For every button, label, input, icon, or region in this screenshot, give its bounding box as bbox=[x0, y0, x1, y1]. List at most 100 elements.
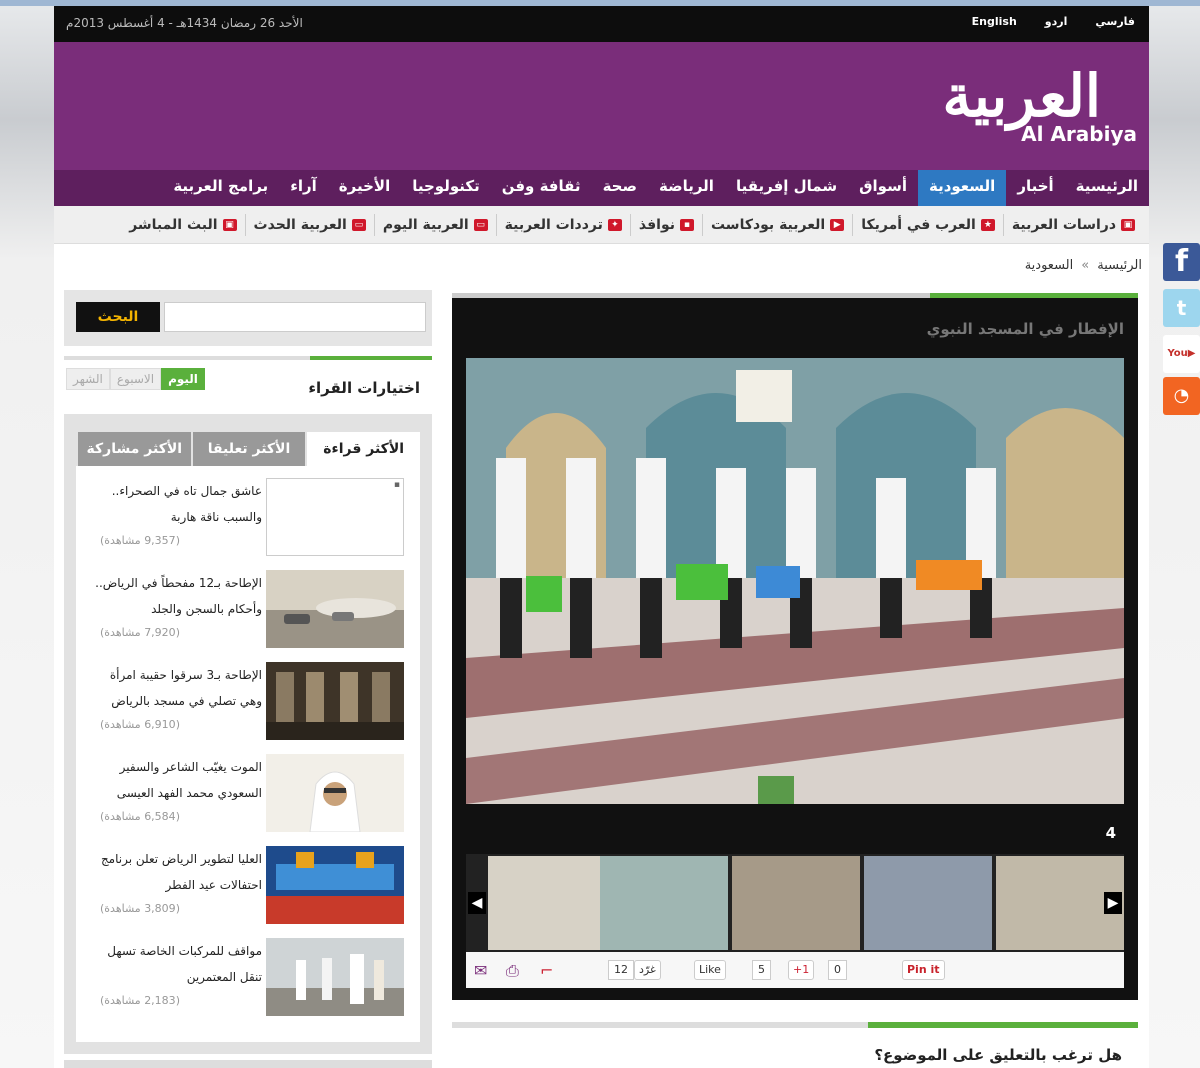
list-item-title[interactable]: الموت يغيّب الشاعر والسفير السعودي محمد … bbox=[84, 754, 262, 806]
print-icon[interactable]: ⎙ bbox=[506, 961, 519, 981]
satellite-icon: ✦ bbox=[607, 219, 622, 231]
nav-news[interactable]: أخبار bbox=[1006, 170, 1064, 206]
site-logo[interactable]: العربية Al Arabiya bbox=[937, 62, 1137, 152]
email-icon[interactable]: ✉ bbox=[474, 961, 487, 980]
lang-english[interactable]: English bbox=[972, 15, 1017, 28]
monitor-icon: ▭ bbox=[351, 219, 366, 231]
list-item-title[interactable]: الإطاحة بـ12 مفحطاً في الرياض.. وأحكام ب… bbox=[84, 570, 262, 622]
thumbnail[interactable] bbox=[266, 938, 404, 1016]
view-count: (2,183 مشاهدة) bbox=[100, 994, 180, 1007]
section-divider bbox=[64, 356, 432, 360]
thumbnail[interactable]: ▪ bbox=[266, 478, 404, 556]
subnav-alhadath[interactable]: ▭ العربية الحدث bbox=[244, 214, 374, 236]
list-item-title[interactable]: عاشق جمال تاه في الصحراء.. والسبب ناقة ه… bbox=[84, 478, 262, 530]
logo-english: Al Arabiya bbox=[1021, 122, 1137, 146]
picture-icon: ▪ bbox=[679, 219, 694, 231]
photo-gallery: الإفطار في المسجد النبوي 4 ◀ ▶ ✉ ⎙ ⌐ 12 … bbox=[452, 298, 1138, 1000]
twitter-icon[interactable]: t bbox=[1163, 289, 1200, 327]
tab-most-shared[interactable]: الأكثر مشاركة bbox=[77, 432, 191, 466]
subnav-frequencies[interactable]: ✦ ترددات العربية bbox=[495, 214, 630, 236]
youtube-icon[interactable]: You▶ bbox=[1163, 335, 1200, 373]
comment-prompt: هل ترغب بالتعليق على الموضوع؟ bbox=[874, 1046, 1122, 1064]
list-item-title[interactable]: الإطاحة بـ3 سرقوا حقيبة امرأة وهي تصلي ف… bbox=[84, 662, 262, 714]
nav-home[interactable]: الرئيسية bbox=[1065, 170, 1149, 206]
google-plus-button[interactable]: +1 bbox=[788, 960, 815, 980]
nav-programs[interactable]: برامج العربية bbox=[162, 170, 279, 206]
nav-health[interactable]: صحة bbox=[592, 170, 648, 206]
pilgrims-photo bbox=[266, 938, 404, 1016]
video-icon: ▶ bbox=[830, 219, 845, 231]
nav-technology[interactable]: تكنولوجيا bbox=[401, 170, 491, 206]
nav-culture[interactable]: ثقافة وفن bbox=[491, 170, 592, 206]
nav-north-africa[interactable]: شمال إفريقيا bbox=[725, 170, 848, 206]
list-item[interactable]: مواقف للمركبات الخاصة تسهل تنقل المعتمري… bbox=[76, 926, 420, 1018]
nav-saudi[interactable]: السعودية bbox=[917, 170, 1007, 206]
tab-month[interactable]: الشهر bbox=[66, 368, 110, 390]
tab-today[interactable]: اليوم bbox=[161, 368, 205, 390]
pdf-icon[interactable]: ⌐ bbox=[540, 961, 553, 980]
list-item-title[interactable]: العليا لتطوير الرياض تعلن برنامج احتفالا… bbox=[84, 846, 262, 898]
monitor-icon: ▭ bbox=[473, 219, 488, 231]
facebook-like-button[interactable]: Like bbox=[694, 960, 726, 980]
gallery-counter: 4 bbox=[1105, 824, 1116, 842]
sub-nav: ▣ دراسات العربية ★ العرب في أمريكا ▶ العربي… bbox=[54, 206, 1149, 244]
list-item[interactable]: العليا لتطوير الرياض تعلن برنامج احتفالا… bbox=[76, 834, 420, 926]
list-item[interactable]: الإطاحة بـ12 مفحطاً في الرياض.. وأحكام ب… bbox=[76, 558, 420, 650]
thumbnail[interactable] bbox=[864, 856, 992, 950]
list-item-title[interactable]: مواقف للمركبات الخاصة تسهل تنقل المعتمري… bbox=[84, 938, 262, 990]
thumbnail[interactable] bbox=[266, 570, 404, 648]
tv-icon: ▣ bbox=[222, 219, 237, 231]
subnav-arabs-america[interactable]: ★ العرب في أمريكا bbox=[852, 214, 1003, 236]
language-switcher: فارسي اردو English bbox=[972, 15, 1135, 28]
page: الأحد 26 رمضان 1434هـ - 4 أغسطس 2013م فا… bbox=[54, 6, 1149, 1068]
subnav-label: العربية اليوم bbox=[382, 217, 469, 233]
tab-most-read[interactable]: الأكثر قراءة bbox=[307, 432, 420, 466]
next-arrow-icon[interactable]: ▶ bbox=[1104, 892, 1122, 914]
gallery-thumbnails: ◀ ▶ bbox=[466, 854, 1124, 952]
thumbnail[interactable] bbox=[266, 662, 404, 740]
lang-farsi[interactable]: فارسي bbox=[1095, 15, 1135, 28]
tweet-button[interactable]: غرّد bbox=[634, 960, 661, 980]
subnav-studies[interactable]: ▣ دراسات العربية bbox=[1002, 214, 1143, 236]
lang-urdu[interactable]: اردو bbox=[1045, 15, 1068, 28]
nav-opinions[interactable]: آراء bbox=[279, 170, 328, 206]
thumbnail[interactable] bbox=[488, 856, 616, 950]
list-item[interactable]: الموت يغيّب الشاعر والسفير السعودي محمد … bbox=[76, 742, 420, 834]
nav-markets[interactable]: أسواق bbox=[848, 170, 918, 206]
most-read-list: ▪ عاشق جمال تاه في الصحراء.. والسبب ناقة… bbox=[76, 466, 420, 1042]
thumbnail[interactable] bbox=[266, 846, 404, 924]
tab-week[interactable]: الاسبوع bbox=[109, 368, 162, 390]
breadcrumb-home[interactable]: الرئيسية bbox=[1097, 258, 1142, 273]
facebook-icon[interactable]: f bbox=[1163, 243, 1200, 281]
pinterest-button[interactable]: Pin it bbox=[902, 960, 945, 980]
gallery-main-image[interactable] bbox=[466, 358, 1124, 804]
period-tabs: اليوم الاسبوع الشهر bbox=[66, 368, 205, 390]
nav-last[interactable]: الأخيرة bbox=[328, 170, 401, 206]
thumbnail[interactable] bbox=[732, 856, 860, 950]
logo-arabic: العربية bbox=[942, 62, 1101, 130]
list-item[interactable]: ▪ عاشق جمال تاه في الصحراء.. والسبب ناقة… bbox=[76, 466, 420, 558]
breadcrumb-separator: » bbox=[1081, 258, 1090, 273]
nav-sports[interactable]: الرياضة bbox=[648, 170, 725, 206]
tab-most-commented[interactable]: الأكثر تعليقا bbox=[192, 432, 306, 466]
thumbnail[interactable] bbox=[266, 754, 404, 833]
list-item[interactable]: الإطاحة بـ3 سرقوا حقيبة امرأة وهي تصلي ف… bbox=[76, 650, 420, 742]
top-bar: الأحد 26 رمضان 1434هـ - 4 أغسطس 2013م فا… bbox=[54, 6, 1149, 42]
rss-icon[interactable]: ◔ bbox=[1163, 377, 1200, 415]
subnav-live[interactable]: ▣ البث المباشر bbox=[121, 214, 244, 236]
search-input[interactable] bbox=[164, 302, 426, 332]
subnav-today[interactable]: ▭ العربية اليوم bbox=[373, 214, 496, 236]
tweet-count: 12 bbox=[608, 960, 634, 980]
readers-picks-title: اختيارات القراء bbox=[308, 379, 420, 397]
subnav-label: العربية الحدث bbox=[253, 217, 347, 233]
share-bar: ✉ ⎙ ⌐ 12 غرّد Like 5 +1 0 Pin it bbox=[466, 952, 1124, 988]
breadcrumb-current[interactable]: السعودية bbox=[1025, 258, 1074, 273]
current-date: الأحد 26 رمضان 1434هـ - 4 أغسطس 2013م bbox=[66, 16, 303, 30]
prev-arrow-icon[interactable]: ◀ bbox=[468, 892, 486, 914]
thumbnail[interactable] bbox=[600, 856, 728, 950]
search-button[interactable]: البحث bbox=[76, 302, 160, 332]
like-count: 5 bbox=[752, 960, 771, 980]
subnav-windows[interactable]: ▪ نوافذ bbox=[629, 214, 702, 236]
section-divider bbox=[64, 1060, 432, 1068]
subnav-podcast[interactable]: ▶ العربية بودكاست bbox=[701, 214, 852, 236]
